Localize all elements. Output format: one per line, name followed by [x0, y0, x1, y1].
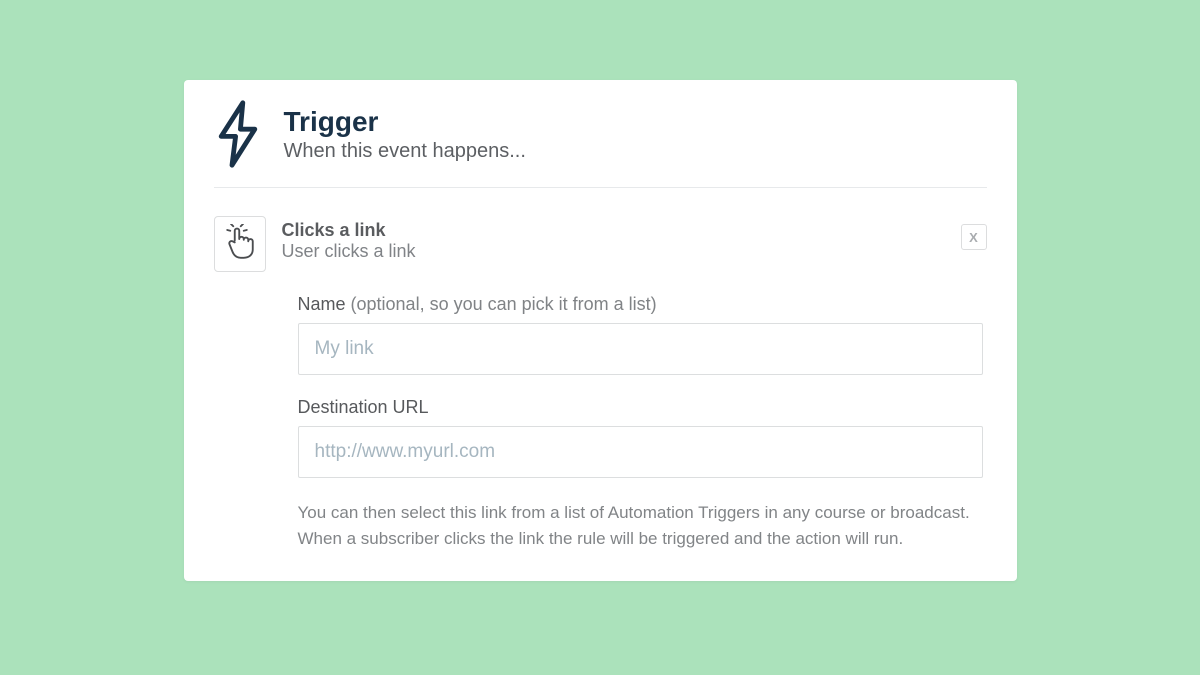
trigger-icon-box: [214, 216, 266, 272]
url-input[interactable]: [298, 426, 983, 478]
name-input[interactable]: [298, 323, 983, 375]
name-label: Name (optional, so you can pick it from …: [298, 294, 983, 315]
page-title: Trigger: [284, 106, 526, 138]
form-section: Name (optional, so you can pick it from …: [214, 294, 987, 551]
card-header: Trigger When this event happens...: [214, 100, 987, 188]
name-field-group: Name (optional, so you can pick it from …: [298, 294, 983, 375]
pointer-icon: [225, 224, 255, 265]
trigger-card: Trigger When this event happens... Click…: [184, 80, 1017, 581]
help-text: You can then select this link from a lis…: [298, 500, 983, 551]
name-label-text: Name: [298, 294, 351, 314]
trigger-subtitle: User clicks a link: [282, 241, 416, 262]
trigger-title: Clicks a link: [282, 220, 416, 241]
url-label: Destination URL: [298, 397, 983, 418]
page-subtitle: When this event happens...: [284, 140, 526, 163]
close-button[interactable]: X: [961, 224, 987, 250]
close-icon: X: [969, 231, 978, 244]
trigger-text: Clicks a link User clicks a link: [282, 216, 416, 262]
url-field-group: Destination URL: [298, 397, 983, 478]
lightning-icon: [214, 100, 262, 173]
name-label-optional: (optional, so you can pick it from a lis…: [351, 294, 657, 314]
trigger-row: Clicks a link User clicks a link X: [214, 216, 987, 272]
header-text: Trigger When this event happens...: [284, 100, 526, 163]
